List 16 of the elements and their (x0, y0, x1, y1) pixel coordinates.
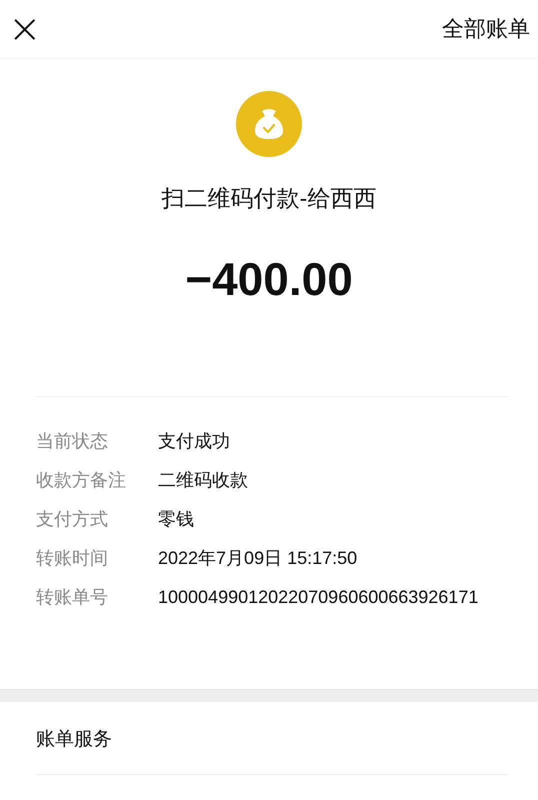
money-bag-icon (236, 91, 302, 157)
all-bills-link[interactable]: 全部账单 (442, 14, 530, 44)
payment-amount: −400.00 (185, 253, 353, 305)
detail-label: 转账单号 (36, 586, 109, 609)
detail-value: 二维码收款 (158, 469, 249, 492)
detail-value: 10000499012022070960600663926171 (158, 586, 480, 609)
detail-value: 2022年7月09日 15:17:50 (158, 547, 358, 570)
section-title: 账单服务 (36, 728, 112, 752)
detail-label: 当前状态 (36, 430, 109, 453)
detail-value: 零钱 (158, 508, 195, 531)
detail-value: 支付成功 (158, 430, 231, 453)
close-button[interactable]: × (6, 9, 44, 49)
detail-label: 收款方备注 (36, 469, 127, 492)
detail-label: 转账时间 (36, 547, 109, 570)
payment-title: 扫二维码付款-给西西 (162, 184, 376, 213)
detail-label: 支付方式 (36, 508, 109, 531)
